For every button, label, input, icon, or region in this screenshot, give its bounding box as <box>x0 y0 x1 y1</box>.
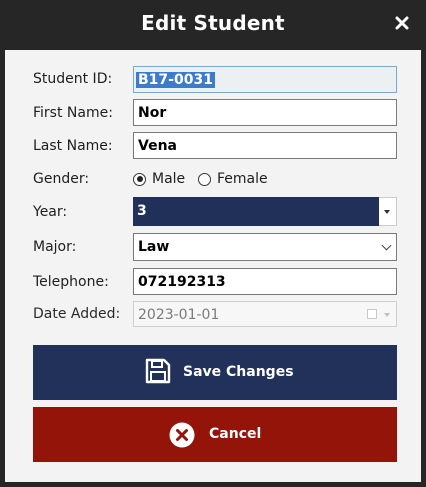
gender-male-label: Male <box>152 171 186 187</box>
year-label: Year: <box>33 204 68 220</box>
year-spinner[interactable]: 3 <box>133 197 397 226</box>
major-select[interactable]: Law <box>133 233 397 261</box>
first-name-field[interactable]: Nor <box>133 99 397 126</box>
gender-female-radio[interactable]: Female <box>198 171 268 187</box>
gender-male-radio[interactable]: Male <box>133 171 185 187</box>
save-changes-button[interactable]: Save Changes <box>33 345 397 400</box>
chevron-down-icon <box>381 240 392 251</box>
floppy-disk-icon <box>145 358 171 388</box>
close-icon[interactable] <box>392 13 412 33</box>
gender-label: Gender: <box>33 171 90 187</box>
caret-down-icon <box>384 313 390 317</box>
gender-female-label: Female <box>217 171 268 187</box>
telephone-field[interactable]: 072192313 <box>133 268 397 295</box>
date-added-picker[interactable]: 2023-01-01 <box>133 301 397 327</box>
major-label: Major: <box>33 239 77 255</box>
year-value: 3 <box>133 197 379 226</box>
title-bar: Edit Student <box>0 0 426 50</box>
first-name-label: First Name: <box>33 105 113 121</box>
last-name-field[interactable]: Vena <box>133 132 397 159</box>
student-id-value: B17-0031 <box>136 72 215 88</box>
major-value: Law <box>138 239 170 255</box>
radio-unchecked-icon <box>198 172 211 186</box>
date-added-label: Date Added: <box>33 306 121 322</box>
x-circle-icon <box>169 422 195 452</box>
cancel-button[interactable]: Cancel <box>33 407 397 462</box>
save-changes-label: Save Changes <box>183 364 294 380</box>
year-dropdown-button[interactable] <box>379 197 397 226</box>
student-id-field[interactable]: B17-0031 <box>133 66 397 93</box>
student-id-label: Student ID: <box>33 71 113 87</box>
radio-checked-icon <box>133 172 146 186</box>
form-panel: Student ID: B17-0031 First Name: Nor Las… <box>5 50 421 482</box>
date-added-value: 2023-01-01 <box>138 307 220 323</box>
telephone-label: Telephone: <box>33 274 109 290</box>
cancel-label: Cancel <box>209 426 262 442</box>
last-name-label: Last Name: <box>33 138 113 154</box>
caret-down-icon <box>384 210 390 214</box>
window-title: Edit Student <box>141 11 285 35</box>
edit-student-window: Edit Student Student ID: B17-0031 First … <box>0 0 426 487</box>
checkbox-icon <box>367 309 377 319</box>
